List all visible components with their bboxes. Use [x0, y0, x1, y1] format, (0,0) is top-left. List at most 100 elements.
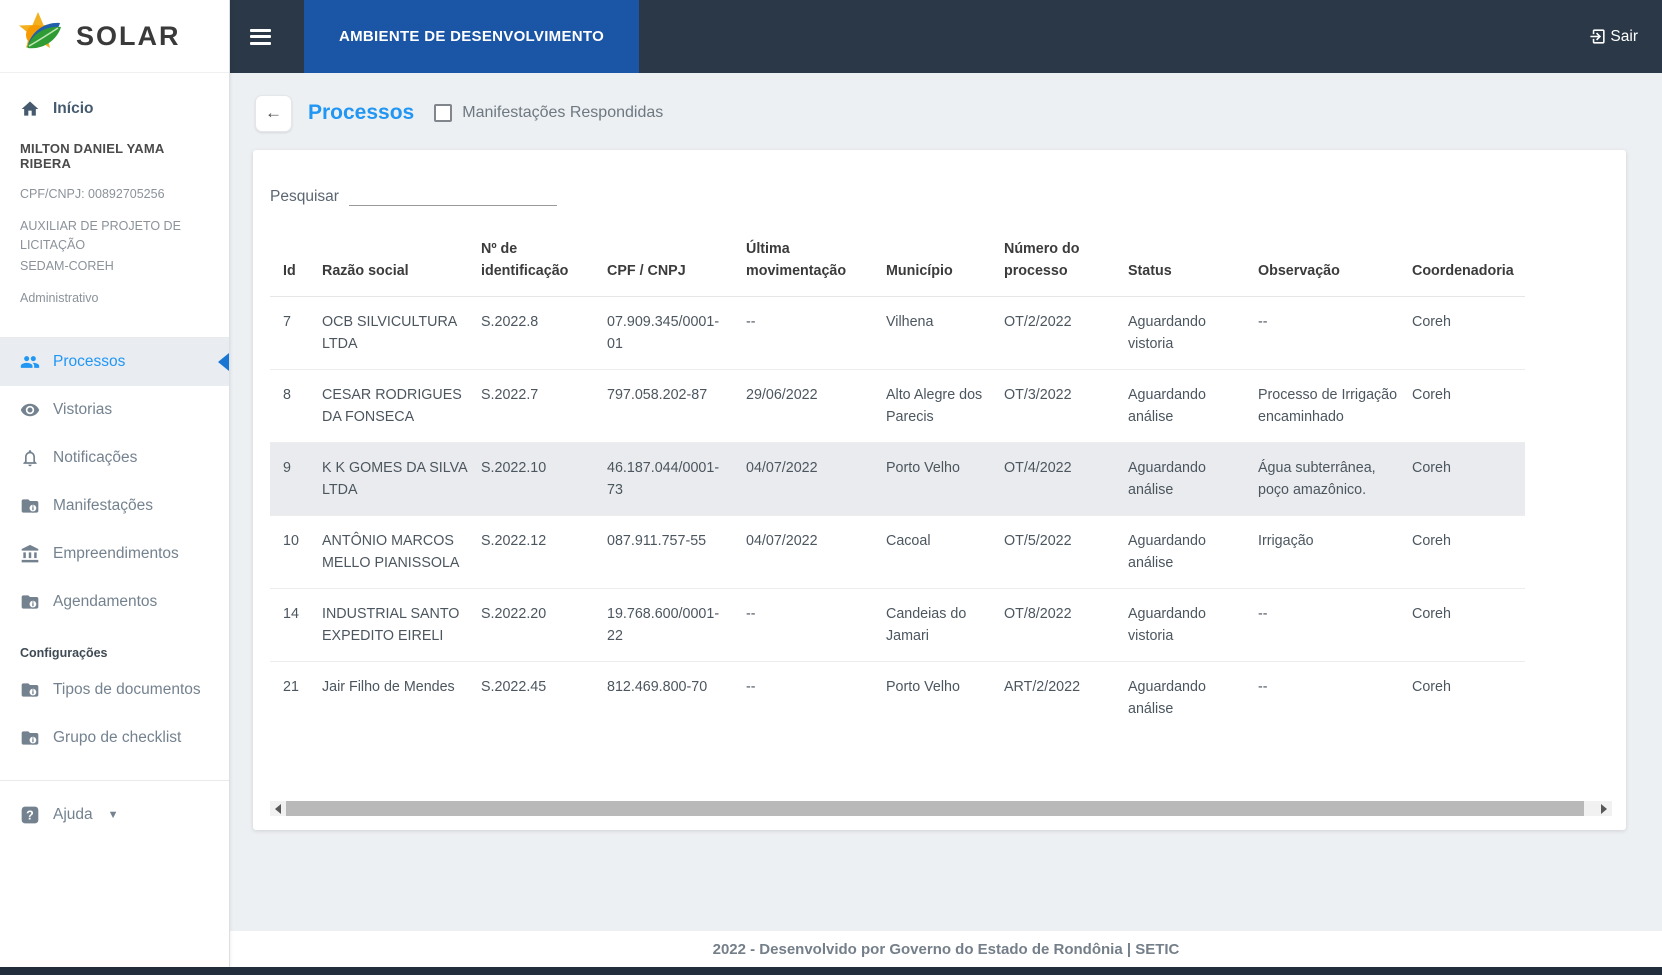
sidebar-item-grupo-de-checklist[interactable]: Grupo de checklist	[0, 714, 229, 762]
table-row-process-9[interactable]: 9K K GOMES DA SILVA LTDA S.2022.10 46.187.…	[270, 442, 1525, 516]
cell-obs: Água subterrânea, poço amazônico.	[1258, 442, 1412, 516]
folder-info-icon	[20, 592, 40, 612]
column-header-razao-social: Razão social	[322, 234, 481, 297]
cell-id: 9	[270, 442, 322, 516]
user-role-org: SEDAM-COREH	[20, 259, 114, 273]
cell-obs: Irrigação	[1258, 515, 1412, 589]
cell-mov: --	[746, 679, 756, 695]
settings-section-label: Configurações	[20, 646, 108, 660]
cell-id: 10	[270, 515, 322, 589]
table-row-process-7[interactable]: 7 OCB SILVICULTURA LTDA S.2022.8 07.909.345…	[270, 296, 1525, 370]
sidebar-item-label: Vistorias	[53, 401, 113, 418]
sidebar-item-inicio[interactable]: Início	[0, 87, 229, 131]
cell-cpf: 812.469.800-70	[607, 679, 708, 695]
app-window: SOLAR Início MILTON DANIEL YAMA RIBERA C…	[0, 0, 1662, 967]
scroll-left-icon[interactable]	[270, 801, 286, 816]
search-input[interactable]	[348, 184, 557, 206]
sidebar-item-tipos-de-documentos[interactable]: Tipos de documentos	[0, 666, 229, 714]
sidebar: SOLAR Início MILTON DANIEL YAMA RIBERA C…	[0, 0, 230, 967]
processes-card: Pesquisar Id Razão social Nº de identifica…	[253, 150, 1626, 830]
cell-cpf: 797.058.202-87	[607, 369, 746, 443]
sidebar-item-label: Grupo de checklist	[53, 729, 182, 746]
sidebar-item-ajuda[interactable]: ? Ajuda ▼	[0, 791, 229, 839]
cell-ident: S.2022.10	[481, 442, 607, 516]
sidebar-item-label: Início	[53, 100, 94, 117]
cell-cpf: 46.187.044/0001-73	[607, 442, 746, 516]
cell-ident: S.2022.7	[481, 369, 607, 443]
cell-obs: Processo de Irrigação encaminhado	[1258, 369, 1412, 443]
folder-info-icon	[20, 728, 40, 748]
user-cpf: CPF/CNPJ: 00892705256	[20, 187, 165, 201]
table-header-row: Id Razão social Nº de identificação CPF / C…	[270, 234, 1525, 297]
sidebar-item-agendamentos[interactable]: Agendamentos	[0, 578, 229, 626]
cell-coord: Coreh	[1412, 442, 1525, 516]
cell-id: 8	[270, 369, 322, 443]
solar-logo-icon	[14, 10, 66, 63]
user-name: MILTON DANIEL YAMA RIBERA	[20, 141, 164, 171]
back-button[interactable]: ←	[255, 94, 292, 132]
page-header: ← Processos Manifestações Respondidas	[255, 93, 1662, 133]
cell-status: Aguardando análise	[1128, 442, 1258, 516]
sidebar-item-empreendimentos[interactable]: Empreendimentos	[0, 530, 229, 578]
sidebar-settings-menu: Tipos de documentos Grupo de checklist	[0, 666, 229, 762]
table-row-process-21[interactable]: 21 Jair Filho de Mendes S.2022.45 812.469.8…	[270, 662, 1525, 735]
cell-municipio: Candeias do Jamari	[886, 588, 1004, 662]
sidebar-item-vistorias[interactable]: Vistorias	[0, 386, 229, 434]
sidebar-item-label: Notificações	[53, 449, 138, 466]
footer-text: 2022 - Desenvolvido por Governo do Estad…	[712, 940, 1180, 958]
table-row-process-10[interactable]: 10 ANTÔNIO MARCOS MELLO PIANISSOLA S.2022.…	[270, 515, 1525, 589]
cell-coord: Coreh	[1412, 515, 1525, 589]
cell-coord: Coreh	[1412, 588, 1525, 662]
eye-icon	[20, 400, 40, 420]
table-row-process-8[interactable]: 8 CESAR RODRIGUES DA FONSECA S.2022.7 797.0…	[270, 369, 1525, 443]
cell-razao: ANTÔNIO MARCOS MELLO PIANISSOLA	[322, 515, 481, 589]
processes-table: Id Razão social Nº de identificação CPF / C…	[270, 234, 1525, 734]
column-header-cpf-/-cnpj: CPF / CNPJ	[607, 234, 746, 297]
cell-coord: Coreh	[1412, 296, 1525, 370]
cell-municipio: Porto Velho	[886, 679, 960, 695]
cell-obs: --	[1258, 296, 1412, 370]
column-header-ultima-movimentacao: Última movimentação	[746, 234, 886, 297]
cell-municipio: Porto Velho	[886, 442, 1004, 516]
sidebar-item-label: Manifestações	[53, 497, 153, 514]
scrollbar-thumb[interactable]	[286, 801, 1584, 816]
scroll-right-icon[interactable]	[1596, 801, 1612, 816]
cell-ident: S.2022.45	[481, 679, 547, 695]
sidebar-item-manifestacoes[interactable]: Manifestações	[0, 482, 229, 530]
horizontal-scrollbar[interactable]	[270, 801, 1612, 816]
cell-obs: --	[1258, 679, 1268, 695]
table-row-process-14[interactable]: 14 INDUSTRIAL SANTO EXPEDITO EIRELI S.2022…	[270, 588, 1525, 662]
cell-municipio: Cacoal	[886, 515, 1004, 589]
hamburger-menu-icon[interactable]	[250, 25, 276, 48]
cell-razao: OCB SILVICULTURA LTDA	[322, 296, 481, 370]
cell-mov: 29/06/2022	[746, 369, 886, 443]
cell-processo: OT/8/2022	[1004, 588, 1128, 662]
cell-municipio: Alto Alegre dos Parecis	[886, 369, 1004, 443]
user-profile: Administrativo	[20, 291, 99, 305]
manifestacoes-respondidas-checkbox[interactable]: Manifestações Respondidas	[434, 104, 663, 122]
user-info: MILTON DANIEL YAMA RIBERA CPF/CNPJ: 0089…	[0, 131, 229, 325]
search-label: Pesquisar	[270, 188, 339, 205]
brand-logo[interactable]: SOLAR	[0, 0, 229, 73]
sidebar-item-label: Tipos de documentos	[53, 681, 201, 698]
column-header-status: Status	[1128, 234, 1258, 297]
checkbox-icon[interactable]	[434, 104, 453, 122]
main-area: AMBIENTE DE DESENVOLVIMENTO Sair ← Proce…	[230, 0, 1662, 967]
cell-coord: Coreh	[1412, 369, 1525, 443]
cell-mov: 04/07/2022	[746, 442, 886, 516]
cell-ident: S.2022.12	[481, 515, 607, 589]
cell-obs: --	[1258, 588, 1412, 662]
sidebar-item-notificacoes[interactable]: Notificações	[0, 434, 229, 482]
environment-banner: AMBIENTE DE DESENVOLVIMENTO	[304, 0, 640, 73]
logout-button[interactable]: Sair	[1588, 27, 1638, 46]
cell-municipio: Vilhena	[886, 296, 1004, 370]
cell-razao: CESAR RODRIGUES DA FONSECA	[322, 369, 481, 443]
cell-ident: S.2022.20	[481, 588, 607, 662]
folder-info-icon	[20, 680, 40, 700]
checkbox-label: Manifestações Respondidas	[462, 104, 664, 121]
sidebar-item-processos[interactable]: Processos	[0, 338, 229, 386]
active-indicator-icon	[218, 353, 229, 371]
column-header-municipio: Município	[886, 234, 1004, 297]
folder-info-icon	[20, 496, 40, 516]
sidebar-divider	[0, 780, 229, 781]
